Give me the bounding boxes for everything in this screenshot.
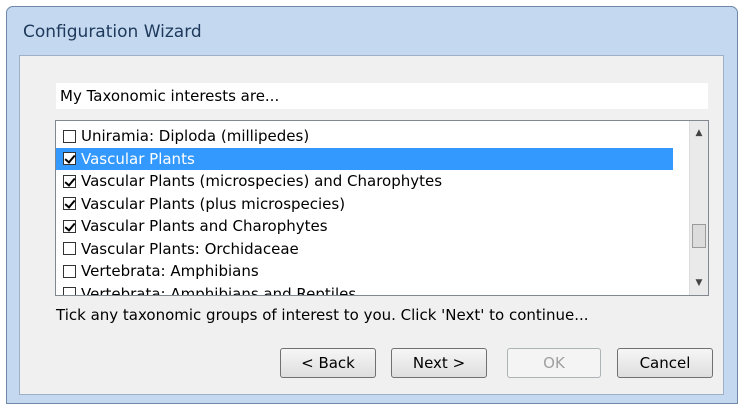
- list-item-label: Vascular Plants: [81, 149, 195, 168]
- next-button[interactable]: Next >: [391, 348, 487, 378]
- list-item-label: Vascular Plants (plus microspecies): [81, 194, 346, 213]
- window-title: Configuration Wizard: [23, 22, 202, 42]
- taxonomic-interests-heading: My Taxonomic interests are...: [56, 83, 708, 109]
- checkbox[interactable]: [63, 129, 76, 143]
- configuration-wizard-window: Configuration Wizard My Taxonomic intere…: [6, 6, 738, 404]
- checkbox[interactable]: [63, 264, 76, 278]
- checkbox[interactable]: [63, 287, 76, 295]
- cancel-button[interactable]: Cancel: [617, 348, 713, 378]
- scrollbar-thumb[interactable]: [692, 224, 706, 248]
- scroll-up-arrow-icon[interactable]: ▲: [690, 124, 708, 142]
- checkbox[interactable]: [63, 219, 76, 233]
- checkbox[interactable]: [63, 242, 76, 256]
- checkbox[interactable]: [63, 197, 76, 211]
- list-item[interactable]: Vascular Plants: Orchidaceae: [56, 238, 673, 261]
- list-item[interactable]: Vascular Plants (microspecies) and Charo…: [56, 170, 673, 193]
- list-item[interactable]: Vascular Plants and Charophytes: [56, 215, 673, 238]
- scroll-down-arrow-icon[interactable]: ▼: [690, 274, 708, 292]
- list-item-label: Vascular Plants (microspecies) and Charo…: [81, 172, 443, 191]
- back-button[interactable]: < Back: [280, 348, 376, 378]
- list-item[interactable]: Vascular Plants (plus microspecies): [56, 193, 673, 216]
- list-item-label: Uniramia: Diploda (millipedes): [81, 127, 310, 146]
- list-item-label: Vertebrata: Amphibians and Reptiles: [81, 284, 357, 296]
- dialog-client-area: My Taxonomic interests are... Uniramia: …: [19, 55, 724, 395]
- list-item-label: Vascular Plants and Charophytes: [81, 217, 328, 236]
- ok-button[interactable]: OK: [507, 348, 601, 378]
- list-item[interactable]: Uniramia: Diploda (millipedes): [56, 125, 673, 148]
- list-rows: Uniramia: Diploda (millipedes) Vascular P…: [56, 125, 673, 296]
- instruction-text: Tick any taxonomic groups of interest to…: [56, 306, 589, 324]
- list-item-label: Vertebrata: Amphibians: [81, 262, 259, 281]
- taxonomic-groups-list[interactable]: Uniramia: Diploda (millipedes) Vascular P…: [55, 120, 709, 296]
- checkbox[interactable]: [63, 152, 76, 166]
- list-scrollbar[interactable]: ▲ ▼: [689, 121, 708, 295]
- list-item[interactable]: Vertebrata: Amphibians and Reptiles: [56, 283, 673, 296]
- checkbox[interactable]: [63, 174, 76, 188]
- list-item-label: Vascular Plants: Orchidaceae: [81, 239, 299, 258]
- list-item[interactable]: Vascular Plants: [56, 147, 673, 170]
- list-item[interactable]: Vertebrata: Amphibians: [56, 260, 673, 283]
